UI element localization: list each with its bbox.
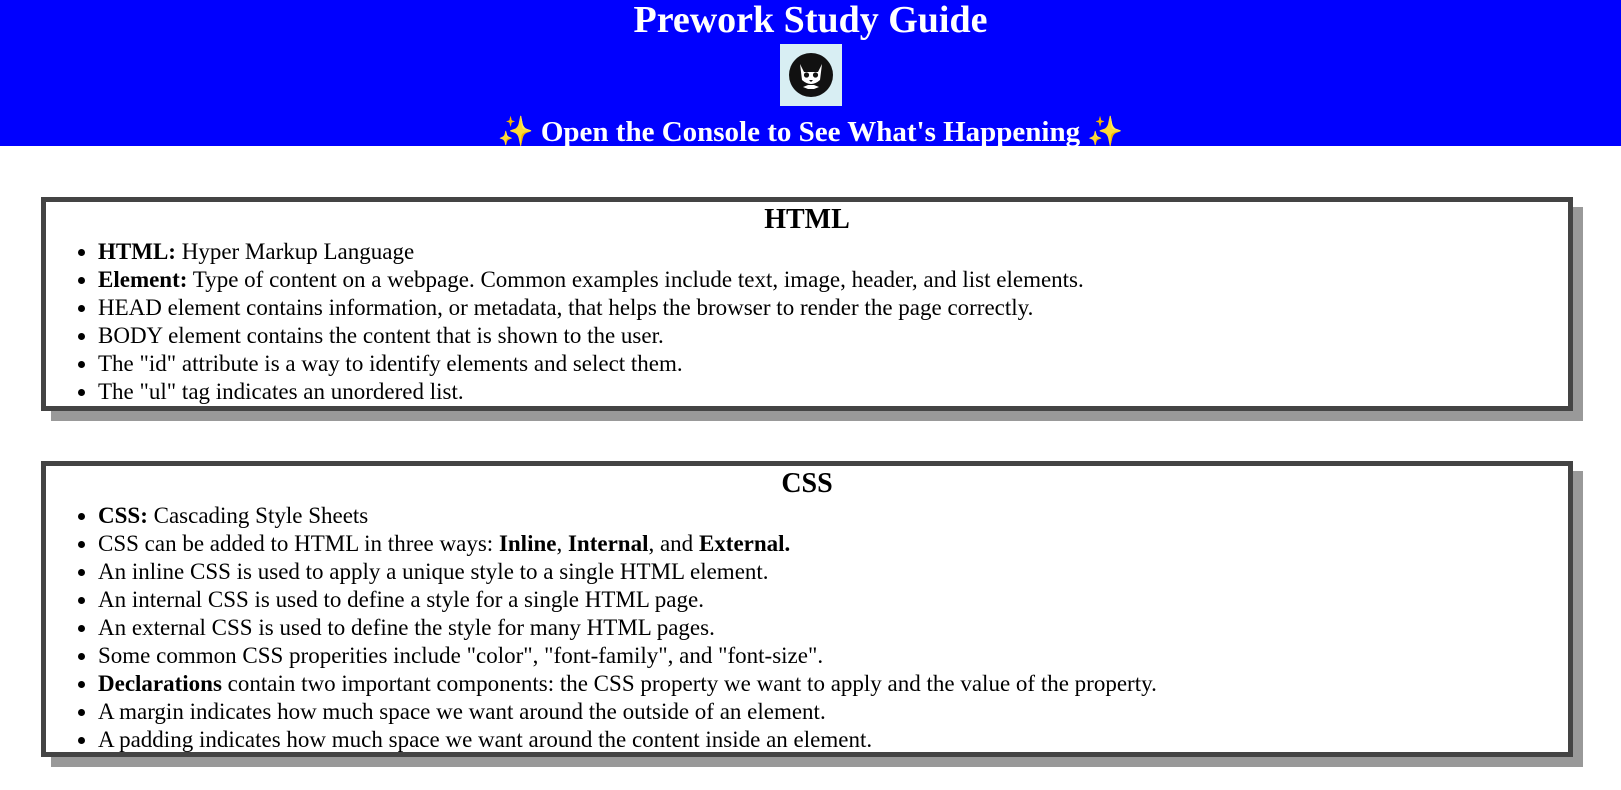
css-section: CSS CSS: Cascading Style Sheets CSS can … <box>41 461 1573 757</box>
term-definition: contain two important components: the CS… <box>221 671 1157 696</box>
list-item: CSS can be added to HTML in three ways: … <box>98 530 1568 558</box>
subtitle-text: Open the Console to See What's Happening <box>540 116 1081 148</box>
page-header: Prework Study Guide ✨ Open the Console t… <box>0 0 1621 148</box>
term-label: Element: <box>98 267 188 292</box>
sparkles-icon: ✨ <box>497 116 534 148</box>
list-text: CSS can be added to HTML in three ways: <box>98 531 499 556</box>
list-item: A padding indicates how much space we wa… <box>98 726 1568 754</box>
cat-avatar-icon <box>779 44 842 106</box>
term-label: Inline <box>498 531 557 556</box>
list-item: BODY element contains the content that i… <box>98 322 1568 350</box>
list-item: CSS: Cascading Style Sheets <box>98 502 1568 530</box>
css-list: CSS: Cascading Style Sheets CSS can be a… <box>46 502 1568 754</box>
list-item: An external CSS is used to define the st… <box>98 614 1568 642</box>
term-label: Declarations <box>98 671 222 696</box>
list-item: Declarations contain two important compo… <box>98 670 1568 698</box>
list-item: An inline CSS is used to apply a unique … <box>98 558 1568 586</box>
list-item: The "id" attribute is a way to identify … <box>98 350 1568 378</box>
term-definition: Cascading Style Sheets <box>147 503 369 528</box>
term-definition: Type of content on a webpage. Common exa… <box>187 267 1084 292</box>
list-text: , <box>556 531 568 556</box>
list-item: The "ul" tag indicates an unordered list… <box>98 378 1568 406</box>
term-label: Internal <box>567 531 649 556</box>
term-definition: Hyper Markup Language <box>175 239 415 264</box>
sparkles-icon: ✨ <box>1087 116 1124 148</box>
list-item: An internal CSS is used to define a styl… <box>98 586 1568 614</box>
term-label: External. <box>698 531 791 556</box>
section-heading: CSS <box>781 468 833 499</box>
list-text: , and <box>648 531 699 556</box>
term-label: HTML: <box>98 239 176 264</box>
list-item: Element: Type of content on a webpage. C… <box>98 266 1568 294</box>
term-label: CSS: <box>98 503 148 528</box>
list-item: HTML: Hyper Markup Language <box>98 238 1568 266</box>
list-item: HEAD element contains information, or me… <box>98 294 1568 322</box>
section-heading: HTML <box>764 204 850 235</box>
page-title: Prework Study Guide <box>633 0 988 41</box>
html-section: HTML HTML: Hyper Markup Language Element… <box>41 197 1573 411</box>
console-subtitle: ✨ Open the Console to See What's Happeni… <box>0 113 1621 151</box>
list-item: Some common CSS properities include "col… <box>98 642 1568 670</box>
list-item: A margin indicates how much space we wan… <box>98 698 1568 726</box>
html-list: HTML: Hyper Markup Language Element: Typ… <box>46 238 1568 406</box>
